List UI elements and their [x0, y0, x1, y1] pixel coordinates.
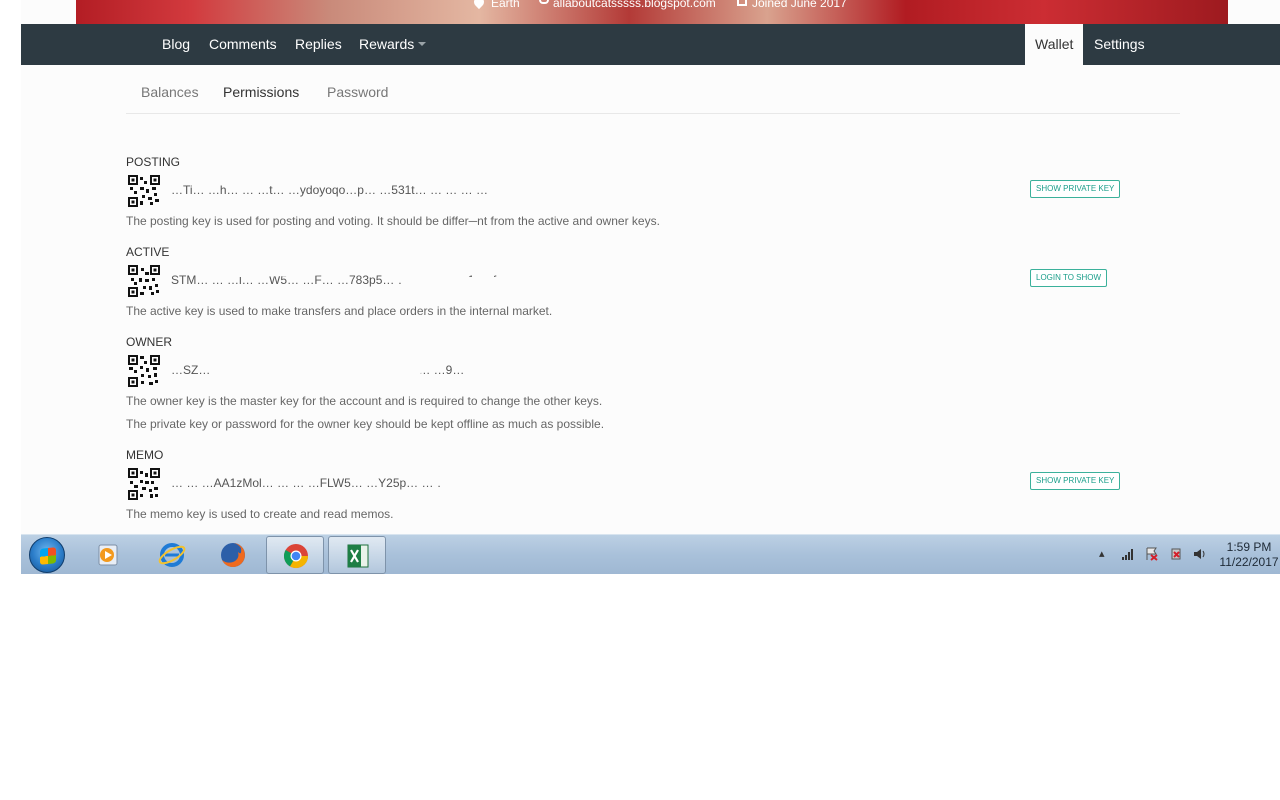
posting-description: The posting key is used for posting and …	[126, 214, 660, 228]
network-signal-icon[interactable]	[1121, 547, 1135, 561]
excel-icon	[347, 544, 369, 568]
nav-rewards-label: Rewards	[359, 36, 415, 52]
browser-viewport: Earth allaboutcatsssss.blogspot.com Join…	[21, 0, 1280, 574]
nav-rewards[interactable]: Rewards	[359, 24, 427, 65]
profile-banner: Earth allaboutcatsssss.blogspot.com Join…	[21, 0, 1280, 24]
redaction-mark	[256, 462, 301, 476]
qr-code-icon[interactable]	[128, 175, 160, 207]
qr-code-icon[interactable]	[128, 265, 160, 297]
redaction-mark	[176, 466, 236, 478]
calendar-icon	[737, 0, 747, 6]
nav-blog[interactable]: Blog	[162, 24, 190, 65]
memo-label: MEMO	[126, 448, 164, 462]
tab-password[interactable]: Password	[327, 84, 388, 100]
taskbar-firefox[interactable]	[204, 536, 262, 574]
firefox-icon	[221, 543, 245, 567]
taskbar-chrome[interactable]	[266, 536, 324, 574]
clock-time: 1:59 PM	[1226, 540, 1272, 554]
redaction-mark	[205, 348, 607, 366]
windows-taskbar: ▴ 1:59 PM 11/22/2017	[21, 534, 1280, 574]
redaction-mark	[225, 254, 597, 278]
clock-date: 11/22/2017	[1219, 555, 1279, 569]
tab-permissions[interactable]: Permissions	[223, 84, 299, 100]
show-private-key-button[interactable]: SHOW PRIVATE KEY	[1030, 472, 1121, 490]
chevron-down-icon	[418, 42, 427, 46]
internet-explorer-icon	[158, 543, 186, 567]
profile-nav: Blog Comments Replies Rewards Wallet Set…	[21, 24, 1280, 65]
action-center-flag-icon[interactable]	[1145, 547, 1159, 561]
active-description: The active key is used to make transfers…	[126, 304, 553, 318]
posting-label: POSTING	[126, 155, 181, 169]
nav-replies[interactable]: Replies	[295, 24, 342, 65]
owner-label: OWNER	[126, 335, 172, 349]
qr-code-icon[interactable]	[128, 468, 160, 500]
profile-joined-date: Joined June 2017	[752, 0, 847, 10]
windows-logo-icon	[40, 547, 56, 565]
wallet-subtabs: Balances Permissions Password	[126, 70, 1180, 114]
memo-description: The memo key is used to create and read …	[126, 507, 394, 521]
qr-code-icon[interactable]	[128, 355, 160, 387]
redaction-mark	[441, 478, 596, 494]
tab-balances[interactable]: Balances	[141, 84, 199, 100]
taskbar-media-player[interactable]	[79, 536, 137, 574]
power-plug-icon[interactable]	[1169, 547, 1183, 561]
taskbar-clock[interactable]: 1:59 PM 11/22/2017	[1217, 540, 1280, 570]
owner-offline-note: The private key or password for the owne…	[126, 417, 605, 431]
volume-icon[interactable]	[1193, 547, 1207, 561]
login-to-show-button[interactable]: LOGIN TO SHOW	[1030, 269, 1108, 287]
redaction-mark	[211, 366, 421, 378]
start-button[interactable]	[29, 537, 65, 573]
redaction-mark	[401, 277, 601, 289]
posting-public-key: …Ti… …h… … …t… …ydoyoqo…p… …531t… … … … …	[171, 183, 488, 197]
active-label: ACTIVE	[126, 245, 170, 259]
taskbar-internet-explorer[interactable]	[143, 536, 201, 574]
nav-comments[interactable]: Comments	[209, 24, 277, 65]
media-player-icon	[98, 544, 118, 566]
chrome-icon	[283, 544, 308, 569]
profile-website-link[interactable]: allaboutcatsssss.blogspot.com	[553, 0, 716, 10]
show-hidden-icons-arrow-icon[interactable]: ▴	[1099, 547, 1113, 561]
nav-wallet[interactable]: Wallet	[1025, 24, 1084, 65]
owner-description: The owner key is the master key for the …	[126, 394, 603, 408]
profile-location: Earth	[491, 0, 520, 10]
redaction-mark	[226, 176, 586, 184]
show-private-key-button[interactable]: SHOW PRIVATE KEY	[1030, 180, 1121, 198]
nav-settings[interactable]: Settings	[1094, 24, 1145, 65]
taskbar-excel[interactable]	[328, 536, 386, 574]
